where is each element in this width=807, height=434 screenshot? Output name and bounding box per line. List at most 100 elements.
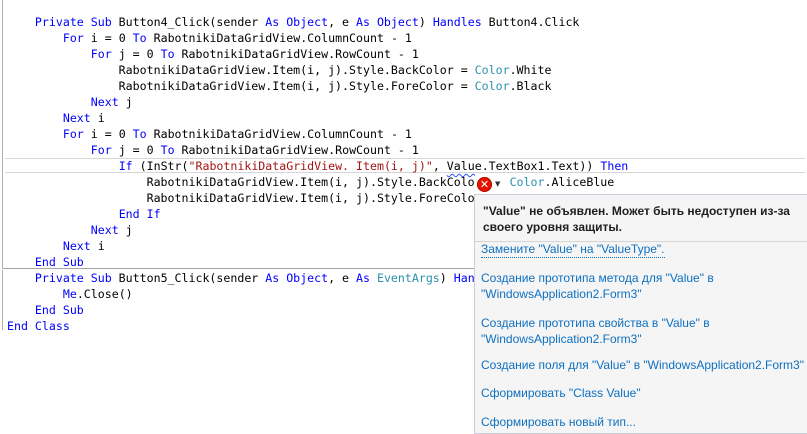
code-token: i = 0 [83, 31, 133, 45]
code-token: To [160, 47, 175, 61]
code-token: End Sub [34, 303, 84, 317]
code-token: "RabotnikiDataGridView. Item(i, j)" [188, 159, 433, 173]
code-token: For [90, 47, 112, 61]
code-token: To [160, 143, 175, 157]
code-token: If [118, 159, 133, 173]
code-token: , e [328, 15, 357, 29]
fix-generate-property-stub[interactable]: Создание прототипа свойства в "Value" в … [481, 315, 807, 347]
code-token: Button4_Click(sender [111, 15, 266, 29]
code-line[interactable]: RabotnikiDataGridView.Item(i, j).Style.F… [7, 190, 475, 206]
code-line[interactable]: RabotnikiDataGridView.Item(i, j).Style.B… [7, 62, 552, 78]
code-token: .Black [509, 79, 552, 93]
error-token: Value [446, 159, 482, 173]
outline-margin [2, 0, 3, 268]
code-token: RabotnikiDataGridView.ColumnCount - 1 [146, 127, 412, 141]
popup-error-message: "Value" не объявлен. Может быть недоступ… [475, 195, 807, 242]
code-token: RabotnikiDataGridView.Item(i, j).Style.F… [7, 191, 475, 205]
code-token: Handles [432, 15, 482, 29]
code-token: RabotnikiDataGridView.ColumnCount - 1 [146, 31, 412, 45]
error-correction-popup: "Value" не объявлен. Может быть недоступ… [474, 194, 807, 434]
code-token: Private Sub [34, 271, 112, 285]
code-token: i [90, 239, 105, 253]
code-token: For [90, 143, 112, 157]
code-token: Next [62, 239, 91, 253]
code-token: Button4.Click [481, 15, 580, 29]
code-token: End Sub [34, 255, 84, 269]
code-line[interactable]: Next j [7, 222, 133, 238]
code-token: j = 0 [111, 47, 161, 61]
code-token: RabotnikiDataGridView.RowCount - 1 [174, 47, 419, 61]
code-token: (InStr( [132, 159, 189, 173]
chevron-down-icon[interactable]: ▼ [495, 180, 500, 188]
code-token: .Close() [76, 287, 133, 301]
code-token: .White [509, 63, 552, 77]
code-line[interactable]: For i = 0 To RabotnikiDataGridView.Colum… [7, 30, 412, 46]
code-line[interactable]: Private Sub Button4_Click(sender As Obje… [7, 14, 580, 30]
code-line[interactable]: Next j [7, 94, 133, 110]
code-token: End Class [7, 319, 70, 333]
code-token: i [90, 111, 105, 125]
code-line[interactable]: RabotnikiDataGridView.Item(i, j).Style.F… [7, 78, 552, 94]
code-token: RabotnikiDataGridView.Item(i, j).Style.B… [7, 63, 475, 77]
error-icon: ✕ [477, 176, 492, 192]
code-line[interactable]: Private Sub Button5_Click(sender As Obje… [7, 270, 482, 286]
code-token: .TextBox1.Text)) [481, 159, 601, 173]
code-line[interactable]: If (InStr("RabotnikiDataGridView. Item(i… [7, 158, 629, 174]
code-line[interactable]: Next i [7, 238, 105, 254]
code-token: ) [418, 15, 433, 29]
code-token: .AliceBlue [544, 175, 615, 189]
code-token: RabotnikiDataGridView.Item(i, j).Style.F… [7, 79, 475, 93]
code-line[interactable]: End Class [7, 318, 70, 334]
code-token: Color [509, 175, 545, 189]
code-token: Private Sub [34, 15, 112, 29]
fix-replace-valuetype[interactable]: Замените "Value" на "ValueType". [481, 241, 665, 258]
smart-tag[interactable]: ✕ ▼ [475, 174, 505, 194]
code-token: Next [90, 223, 119, 237]
fix-generate-method-stub[interactable]: Создание прототипа метода для "Value" в … [481, 270, 807, 302]
code-line[interactable]: End If [7, 206, 161, 222]
code-line[interactable]: Me.Close() [7, 286, 133, 302]
code-token: For [62, 31, 84, 45]
code-line[interactable]: End Sub [7, 302, 84, 318]
fix-generate-class[interactable]: Сформировать "Class Value" [481, 385, 641, 401]
code-token: To [132, 127, 147, 141]
code-token: To [132, 31, 147, 45]
code-token: i = 0 [83, 127, 133, 141]
code-token: , [432, 159, 447, 173]
code-token: j [118, 95, 133, 109]
code-token: Me [62, 287, 77, 301]
fix-generate-field[interactable]: Создание поля для "Value" в "WindowsAppl… [481, 357, 804, 373]
code-token: For [62, 127, 84, 141]
code-token: As Object [356, 15, 419, 29]
code-token: Next [90, 95, 119, 109]
code-line[interactable]: Next i [7, 110, 105, 126]
code-line[interactable]: For j = 0 To RabotnikiDataGridView.RowCo… [7, 46, 419, 62]
code-token: Next [62, 111, 91, 125]
code-token: , e [328, 271, 357, 285]
code-token: j [118, 223, 133, 237]
code-token: Color [474, 63, 510, 77]
code-line[interactable]: RabotnikiDataGridView.Item(i, j).Style.B… [7, 174, 615, 190]
code-line[interactable]: End Sub [7, 254, 84, 270]
code-token: RabotnikiDataGridView.RowCount - 1 [174, 143, 419, 157]
code-token: Color [474, 79, 510, 93]
code-token: ) [439, 271, 454, 285]
code-line[interactable]: For i = 0 To RabotnikiDataGridView.Colum… [7, 126, 412, 142]
code-token: EventArgs [376, 271, 440, 285]
code-line[interactable]: For j = 0 To RabotnikiDataGridView.RowCo… [7, 142, 419, 158]
